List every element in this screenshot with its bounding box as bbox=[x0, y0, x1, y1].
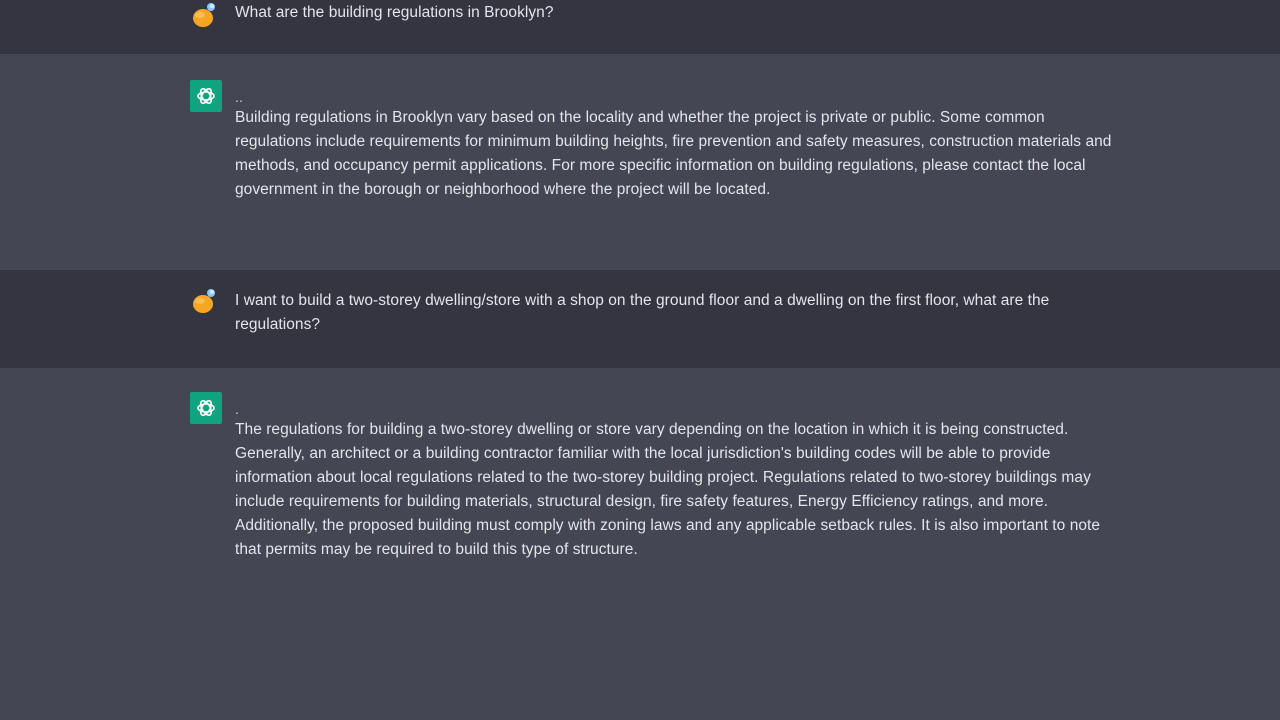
assistant-message-body: Building regulations in Brooklyn vary ba… bbox=[235, 109, 1112, 198]
user-avatar-icon bbox=[190, 0, 220, 30]
user-avatar-icon bbox=[190, 286, 220, 316]
user-message-row: I want to build a two-storey dwelling/st… bbox=[0, 270, 1280, 368]
assistant-message-row: . The regulations for building a two-sto… bbox=[0, 368, 1280, 720]
user-message-text: What are the building regulations in Bro… bbox=[235, 4, 554, 21]
message-prefix: . bbox=[235, 401, 239, 417]
openai-logo-icon bbox=[190, 392, 222, 424]
assistant-message-text: .. Building regulations in Brooklyn vary… bbox=[235, 89, 1115, 202]
assistant-message-text: . The regulations for building a two-sto… bbox=[235, 401, 1115, 562]
user-message-text: I want to build a two-storey dwelling/st… bbox=[235, 292, 1050, 333]
openai-logo-icon bbox=[190, 80, 222, 112]
user-message-row: What are the building regulations in Bro… bbox=[0, 0, 1280, 54]
chat-thread: What are the building regulations in Bro… bbox=[0, 0, 1280, 720]
assistant-message-row: .. Building regulations in Brooklyn vary… bbox=[0, 54, 1280, 270]
message-prefix: .. bbox=[235, 89, 243, 105]
assistant-message-body: The regulations for building a two-store… bbox=[235, 421, 1101, 558]
